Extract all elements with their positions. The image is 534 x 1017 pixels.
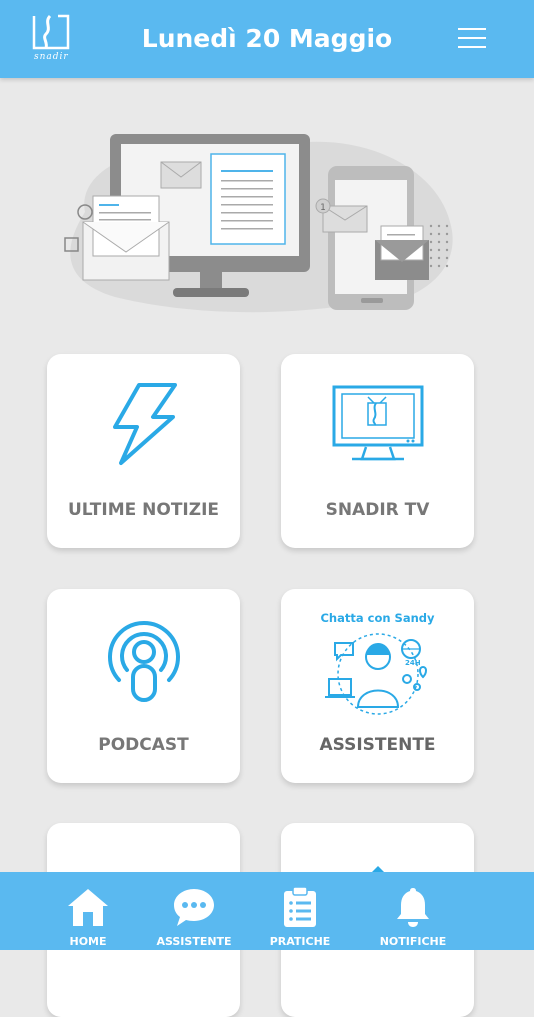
- card-label: ULTIME NOTIZIE: [67, 500, 220, 520]
- bell-icon: [358, 886, 468, 930]
- tab-assistente[interactable]: ASSISTENTE: [139, 872, 249, 950]
- devices-mail-illustration: 1: [55, 122, 470, 322]
- podcast-icon: [47, 614, 240, 704]
- badge-24h: 24H: [405, 659, 421, 667]
- card-label: ASSISTENTE: [319, 735, 436, 755]
- logo-text: snadir: [34, 52, 69, 62]
- tab-label: ASSISTENTE: [156, 935, 232, 948]
- tab-label: PRATICHE: [269, 935, 331, 948]
- bottom-tab-bar: HOME ASSISTENTE PRATICHE NOTIFICHE: [0, 872, 534, 950]
- card-label: PODCAST: [98, 735, 189, 755]
- clipboard-icon: [245, 886, 355, 930]
- tab-home[interactable]: HOME: [33, 872, 143, 950]
- tab-label: NOTIFICHE: [379, 935, 447, 948]
- page-title: Lunedì 20 Maggio: [141, 24, 393, 53]
- card-podcast[interactable]: PODCAST: [47, 589, 240, 783]
- hamburger-menu-icon[interactable]: [458, 28, 486, 52]
- phone-badge: 1: [320, 203, 326, 213]
- card-snadir-tv[interactable]: SNADIR TV: [281, 354, 474, 548]
- card-ultime-notizie[interactable]: ULTIME NOTIZIE: [47, 354, 240, 548]
- tab-pratiche[interactable]: PRATICHE: [245, 872, 355, 950]
- chatbot-assistant-icon: 24H: [281, 629, 474, 719]
- app-header: snadir Lunedì 20 Maggio: [0, 0, 534, 78]
- tab-notifiche[interactable]: NOTIFICHE: [358, 872, 468, 950]
- home-icon: [33, 886, 143, 930]
- chat-bubble-icon: [139, 886, 249, 930]
- card-label: SNADIR TV: [325, 500, 430, 520]
- tab-label: HOME: [69, 935, 107, 948]
- tv-monitor-icon: [281, 379, 474, 469]
- card-assistente[interactable]: Chatta con Sandy 24H ASSISTENTE: [281, 589, 474, 783]
- lightning-bolt-icon: [47, 379, 240, 469]
- sandy-caption: Chatta con Sandy: [320, 611, 435, 625]
